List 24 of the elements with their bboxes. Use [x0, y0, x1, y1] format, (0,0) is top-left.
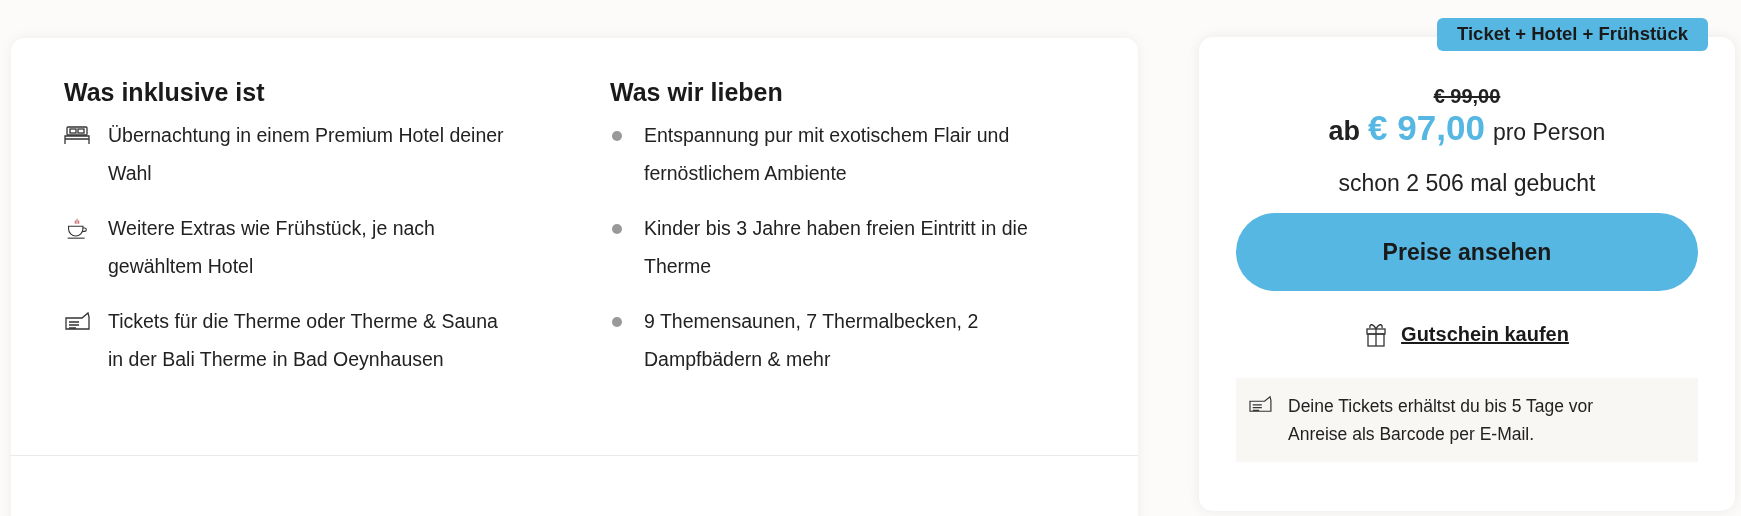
price-prefix: ab — [1328, 116, 1361, 147]
feature-text: Weitere Extras wie Frühstück, je nach gewähltem Hotel — [108, 216, 436, 279]
ticket-icon — [64, 310, 90, 332]
booking-count: schon 2 506 mal gebucht — [1338, 170, 1596, 197]
section-heading: Was wir lieben — [610, 78, 784, 107]
show-prices-button[interactable]: Preise ansehen — [1236, 213, 1698, 291]
feature-text: Tickets für die Therme oder Therme & Sauna in der Bali Therme in Bad Oeynhausen — [108, 309, 499, 372]
section-heading: Was inklusive ist — [64, 78, 266, 107]
package-badge: Ticket + Hotel + Frühstück — [1437, 18, 1708, 51]
price: € 97,00 — [1368, 108, 1485, 148]
buy-voucher-link[interactable]: Gutschein kaufen — [1401, 322, 1569, 346]
gift-icon — [1365, 321, 1388, 347]
highlight-text: 9 Themensaunen, 7 Thermalbecken, 2 Dampfbädern & mehr — [644, 309, 980, 372]
highlight-text: Kinder bis 3 Jahre haben freien Eintritt in die Therme — [644, 216, 1029, 279]
bullet-icon — [612, 131, 622, 141]
price-unit: pro Person — [1492, 119, 1606, 146]
old-price: € 99,00 — [1433, 85, 1501, 108]
delivery-note: Deine Tickets erhältst du bis 5 Tage vor Anreise als Barcode per E-Mail. — [1288, 395, 1595, 446]
feature-text: Übernachtung in einem Premium Hotel deiner Wahl — [108, 123, 505, 186]
bullet-icon — [612, 224, 622, 234]
ticket-icon — [1248, 394, 1272, 414]
highlight-text: Entspannung pur mit exotischem Flair und fernöstlichem Ambiente — [644, 123, 1011, 186]
bullet-icon — [612, 317, 622, 327]
bed-icon — [64, 124, 90, 146]
